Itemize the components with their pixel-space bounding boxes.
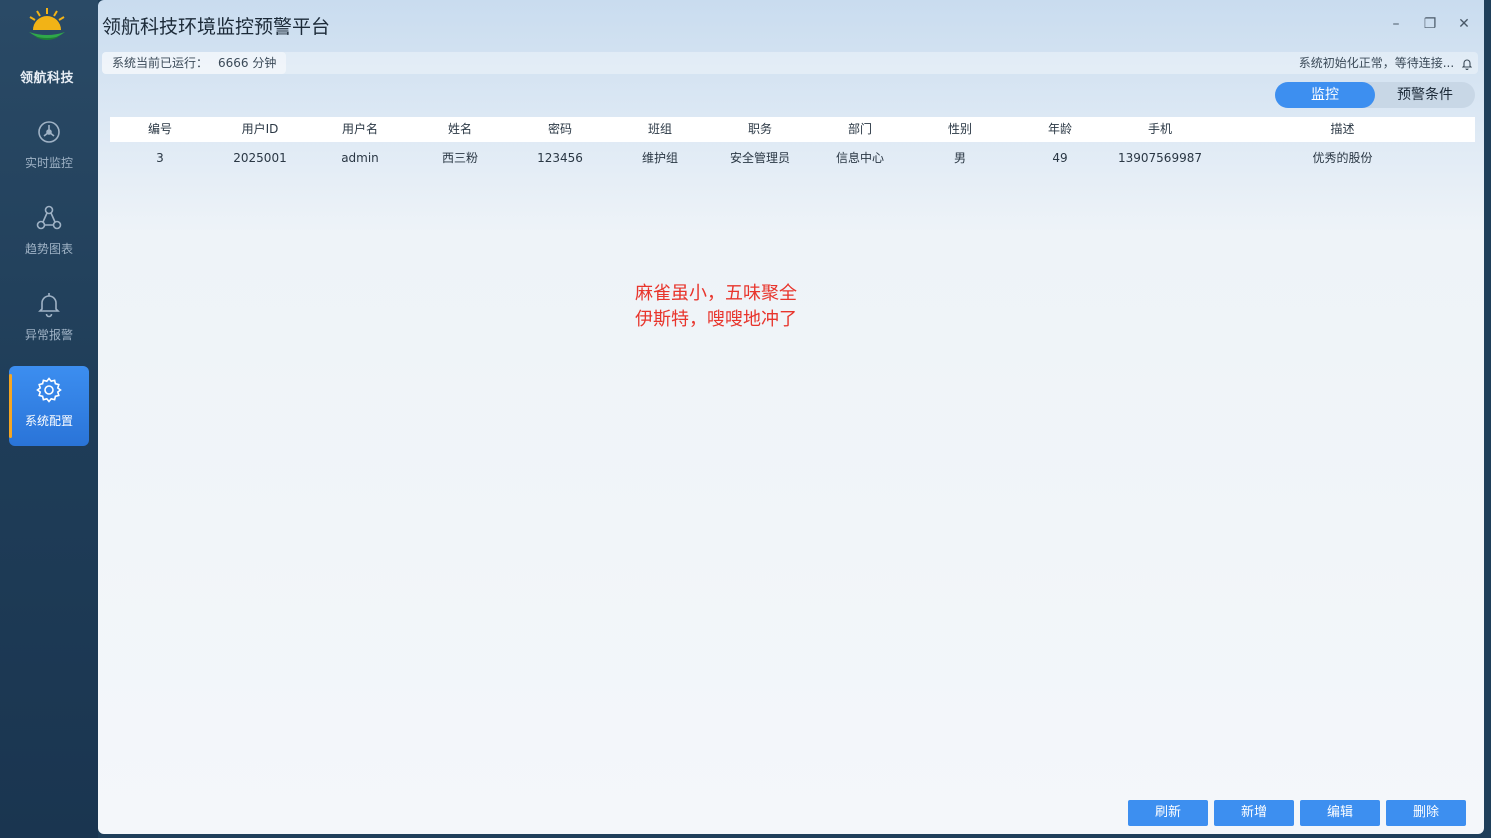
sidebar-item-label: 实时监控 — [24, 156, 73, 170]
table-cell: 49 — [1052, 151, 1068, 165]
column-header[interactable]: 性别 — [910, 117, 1010, 142]
sidebar-item-realtime-monitor[interactable]: 实时监控 — [9, 108, 89, 188]
table-cell: 123456 — [537, 151, 583, 165]
table-cell: admin — [341, 151, 379, 165]
refresh-button[interactable]: 刷新 — [1128, 800, 1208, 826]
tab-alarm-conditions[interactable]: 预警条件 — [1375, 82, 1475, 108]
tab-monitor[interactable]: 监控 — [1275, 82, 1375, 108]
sidebar: 领航科技 实时监控 趋势图表 异常报警 系统配置 — [0, 0, 98, 838]
column-header[interactable]: 职务 — [710, 117, 810, 142]
sidebar-item-label: 趋势图表 — [24, 242, 73, 256]
table-cell: 男 — [953, 151, 966, 165]
column-header[interactable]: 手机 — [1110, 117, 1210, 142]
restore-button[interactable]: ❐ — [1420, 14, 1440, 34]
column-header[interactable]: 部门 — [810, 117, 910, 142]
brand-name: 领航科技 — [19, 71, 74, 86]
tab-bar: 监控 预警条件 — [1275, 82, 1475, 108]
column-header[interactable]: 密码 — [510, 117, 610, 142]
edit-button[interactable]: 编辑 — [1300, 800, 1380, 826]
column-header[interactable]: 编号 — [110, 117, 210, 142]
column-header[interactable]: 班组 — [610, 117, 710, 142]
system-status: 系统初始化正常，等待连接... — [1299, 52, 1472, 74]
main-window: 领航科技环境监控预警平台 – ❐ ✕ 系统当前已运行： 6666 分钟 系统初始化… — [98, 0, 1484, 834]
sidebar-item-label: 异常报警 — [24, 328, 73, 342]
table-cell: 信息中心 — [835, 151, 884, 165]
runtime-label: 系统当前已运行： — [112, 56, 209, 70]
sidebar-item-system-config[interactable]: 系统配置 — [9, 366, 89, 446]
annotation-text: 麻雀虽小，五味聚全 伊斯特，嗖嗖地冲了 — [635, 281, 797, 333]
close-button[interactable]: ✕ — [1454, 14, 1474, 34]
window-title: 领航科技环境监控预警平台 — [102, 16, 331, 38]
chart-nodes-icon — [36, 205, 62, 230]
add-button[interactable]: 新增 — [1214, 800, 1294, 826]
sidebar-item-label: 系统配置 — [24, 414, 73, 428]
table-cell: 优秀的股份 — [1312, 151, 1373, 165]
column-header[interactable]: 年龄 — [1010, 117, 1110, 142]
bell-icon — [38, 293, 60, 318]
sidebar-item-alarm[interactable]: 异常报警 — [9, 280, 89, 360]
column-header[interactable]: 用户名 — [310, 117, 410, 142]
runtime-value: 6666 分钟 — [218, 56, 277, 70]
gear-icon — [36, 377, 62, 403]
annotation-line: 麻雀虽小，五味聚全 — [635, 283, 797, 304]
table-header: 编号 用户ID 用户名 姓名 密码 班组 职务 部门 性别 年龄 手机 描述 — [110, 117, 1475, 142]
column-header[interactable]: 用户ID — [210, 117, 310, 142]
monitor-icon — [38, 121, 60, 143]
column-header[interactable]: 描述 — [1210, 117, 1475, 142]
table-cell: 2025001 — [233, 151, 287, 165]
table-cell: 安全管理员 — [729, 151, 790, 165]
table-cell: 3 — [156, 151, 164, 165]
delete-button[interactable]: 删除 — [1386, 800, 1466, 826]
table-cell: 西三粉 — [441, 151, 478, 165]
bell-icon[interactable] — [1462, 58, 1472, 70]
runtime-indicator: 系统当前已运行： 6666 分钟 — [102, 52, 287, 74]
minimize-button[interactable]: – — [1386, 14, 1406, 34]
table-row[interactable]: 3 2025001 admin 西三粉 123456 维护组 安全管理员 信息中… — [110, 145, 1475, 171]
status-bar: 系统当前已运行： 6666 分钟 系统初始化正常，等待连接... — [102, 52, 1478, 74]
sidebar-item-trend-chart[interactable]: 趋势图表 — [9, 194, 89, 274]
system-status-text: 系统初始化正常，等待连接... — [1298, 56, 1455, 70]
column-header[interactable]: 姓名 — [410, 117, 510, 142]
logo-icon — [29, 8, 65, 40]
table-cell: 13907569987 — [1118, 151, 1202, 165]
table-cell: 维护组 — [641, 151, 678, 165]
annotation-line: 伊斯特，嗖嗖地冲了 — [635, 309, 797, 330]
